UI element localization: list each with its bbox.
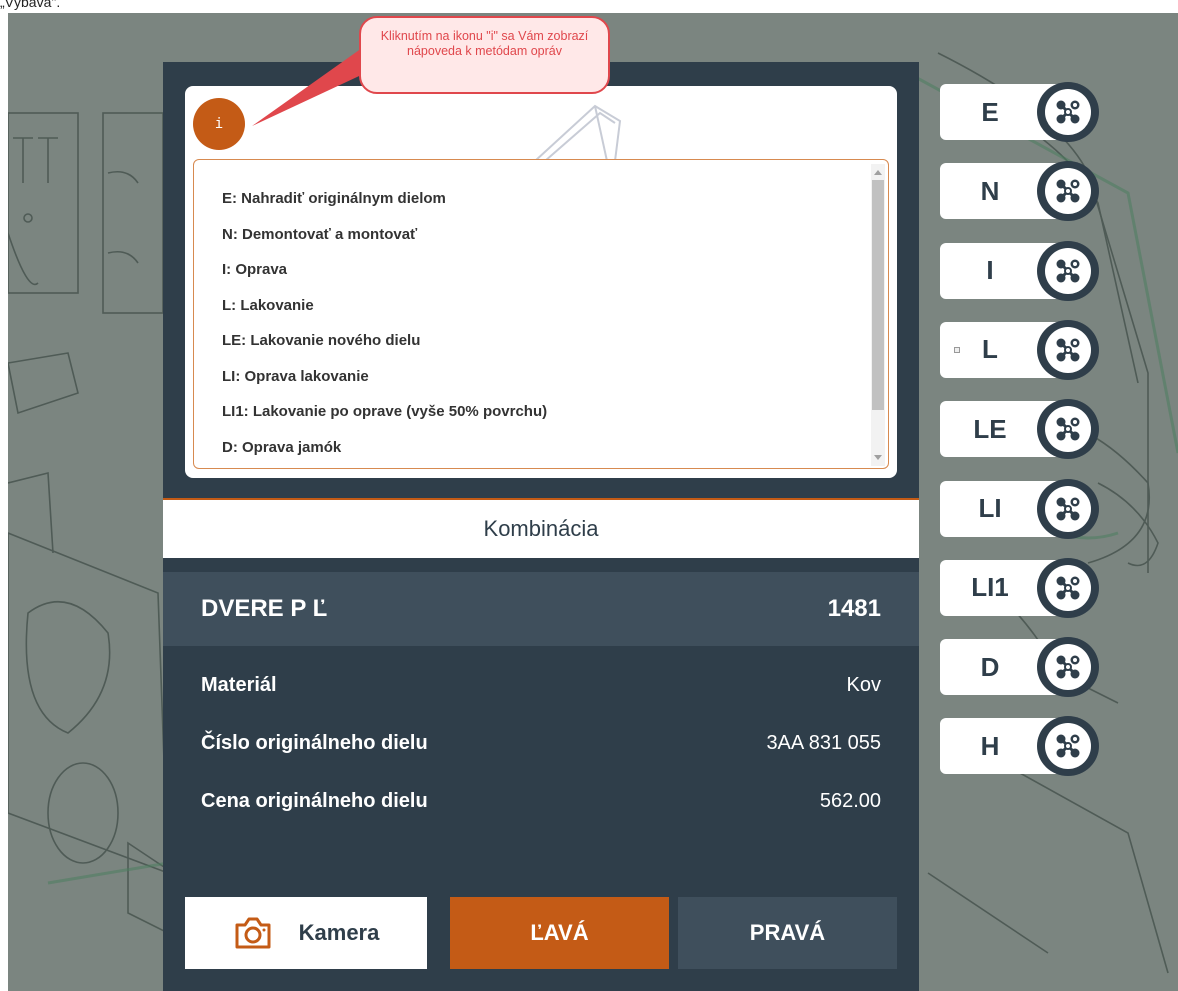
part-details: Materiál Kov Číslo originálneho dielu 3A… [163, 656, 919, 830]
combine-button[interactable] [1037, 240, 1099, 301]
combine-icon [1045, 485, 1091, 532]
camera-button[interactable]: Kamera [185, 897, 427, 969]
detail-label: Materiál [201, 673, 277, 696]
part-code: 1481 [827, 595, 881, 622]
repair-method-button-li[interactable]: LI [940, 478, 1100, 539]
left-side-button-label: ĽAVÁ [530, 920, 589, 945]
scroll-up-arrow-icon[interactable] [874, 170, 882, 175]
repair-method-button-l[interactable]: L [940, 319, 1100, 380]
repair-method-label: H [980, 730, 1000, 761]
info-tooltip: Kliknutím na ikonu "i" sa Vám zobrazí ná… [359, 16, 610, 94]
combine-icon [1045, 644, 1091, 691]
combine-icon [1045, 723, 1091, 770]
repair-method-button-e[interactable]: E [940, 82, 1100, 142]
repair-method-button-n[interactable]: N [940, 161, 1100, 222]
left-side-button[interactable]: ĽAVÁ [450, 897, 669, 969]
legend-item: LI: Oprava lakovanie [222, 367, 369, 385]
combine-button[interactable] [1037, 716, 1099, 777]
scroll-thumb[interactable] [872, 180, 884, 410]
combine-icon [1045, 564, 1091, 611]
legend-item: I: Oprava [222, 261, 288, 278]
repair-method-label: D [980, 651, 1000, 682]
repair-method-button-d[interactable]: D [940, 637, 1100, 698]
part-detail-row: Číslo originálneho dielu 3AA 831 055 [163, 714, 919, 772]
part-detail-row: Cena originálneho dielu 562.00 [163, 772, 919, 830]
legend-item: D: Oprava jamók [222, 438, 342, 456]
right-side-button-label: PRAVÁ [749, 920, 826, 945]
combine-icon [1045, 406, 1091, 453]
camera-icon [233, 916, 273, 950]
repair-method-button-li1[interactable]: LI1 [940, 557, 1100, 618]
action-buttons-row: Kamera ĽAVÁ PRAVÁ [185, 897, 897, 969]
combine-button[interactable] [1037, 161, 1099, 222]
detail-label: Číslo originálneho dielu [201, 731, 428, 754]
detail-value: 562.00 [819, 789, 881, 812]
repair-methods-help-card: i E: Nahradiť originálnym dielom N: Demon… [185, 86, 897, 478]
repair-method-button-h[interactable]: H [940, 716, 1100, 777]
repair-method-label: LI [978, 493, 1002, 523]
repair-method-label: L [982, 334, 998, 365]
combine-icon [1045, 247, 1091, 294]
scroll-down-arrow-icon[interactable] [874, 455, 882, 460]
legend-list: E: Nahradiť originálnym dielom N: Demonto… [222, 188, 548, 468]
legend-scrollbar[interactable] [871, 164, 885, 466]
repair-methods-legend[interactable]: E: Nahradiť originálnym dielom N: Demonto… [193, 159, 889, 469]
combine-button[interactable] [1037, 478, 1099, 539]
repair-method-label: N [980, 175, 1000, 206]
combine-button[interactable] [1037, 557, 1099, 618]
tooltip-text: Kliknutím na ikonu "i" sa Vám zobrazí ná… [380, 29, 589, 58]
part-name: DVERE P Ľ [201, 595, 328, 622]
repair-method-label: LI1 [971, 572, 1009, 603]
repair-method-label: I [986, 255, 994, 286]
detail-value: Kov [846, 673, 881, 696]
detail-label: Cena originálneho dielu [201, 789, 428, 812]
combination-label: Kombinácia [483, 516, 599, 541]
combine-button[interactable] [1037, 82, 1099, 142]
legend-item: LI1: Lakovanie po oprave (vyše 50% povrc… [222, 403, 548, 420]
combine-button[interactable] [1037, 319, 1099, 380]
legend-item: E: Nahradiť originálnym dielom [222, 190, 446, 207]
right-side-button[interactable]: PRAVÁ [678, 897, 897, 969]
selection-marker [954, 346, 960, 353]
repair-method-label: E [981, 96, 999, 127]
caption-text: „Výbava". [0, 0, 61, 10]
combine-button[interactable] [1037, 637, 1099, 698]
repair-method-button-i[interactable]: I [940, 240, 1100, 301]
repair-detail-panel: i E: Nahradiť originálnym dielom N: Demon… [163, 62, 919, 991]
repair-method-label: LE [973, 413, 1007, 444]
combination-header: Kombinácia [163, 498, 919, 558]
detail-value: 3AA 831 055 [766, 731, 881, 754]
legend-item: LE: Lakovanie nového dielu [222, 332, 421, 349]
camera-button-label: Kamera [298, 920, 380, 945]
info-button[interactable]: i [193, 98, 245, 150]
combine-button[interactable] [1037, 399, 1099, 460]
combine-icon [1045, 89, 1091, 135]
part-header: DVERE P Ľ 1481 [163, 572, 919, 646]
repair-method-button-le[interactable]: LE [940, 399, 1100, 460]
part-detail-row: Materiál Kov [163, 656, 919, 714]
combine-icon [1045, 168, 1091, 215]
legend-item: N: Demontovať a montovať [222, 225, 418, 243]
combine-icon [1045, 326, 1091, 373]
legend-item: L: Lakovanie [222, 296, 314, 314]
